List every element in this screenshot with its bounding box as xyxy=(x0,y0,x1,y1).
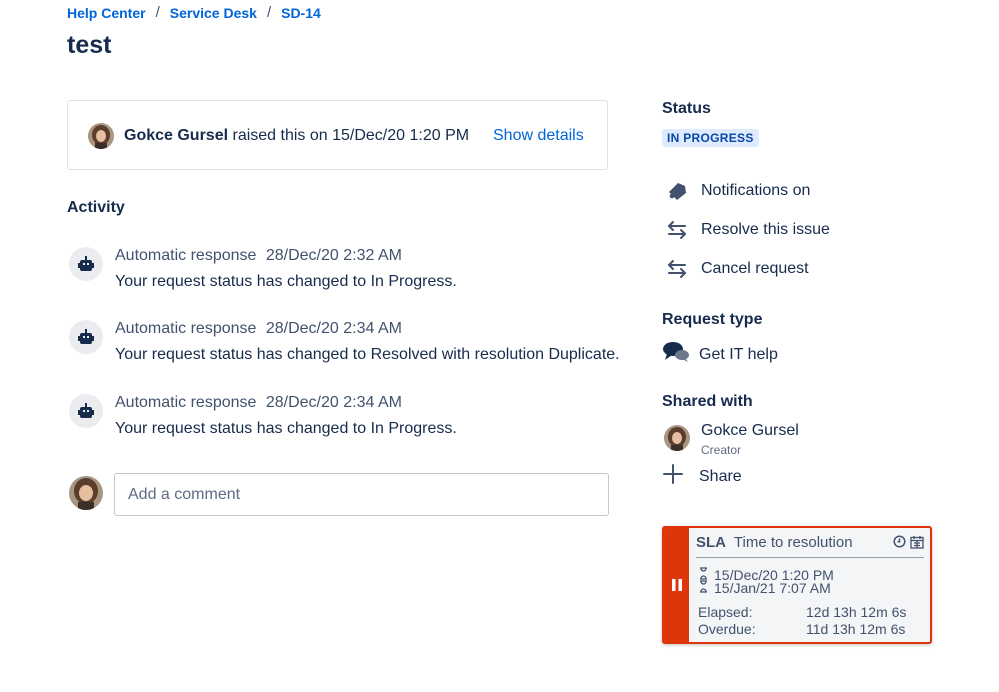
status-heading: Status xyxy=(662,100,711,117)
cancel-request-label: Cancel request xyxy=(701,260,809,277)
request-raised-card: Gokce Gursel raised this on 15/Dec/20 1:… xyxy=(67,100,608,170)
breadcrumb-help-center[interactable]: Help Center xyxy=(67,5,146,21)
shared-user-name: Gokce Gursel xyxy=(701,422,799,439)
breadcrumb-separator: / xyxy=(155,4,160,21)
transition-arrows-icon xyxy=(666,218,696,242)
notifications-label: Notifications on xyxy=(701,182,811,199)
notifications-toggle[interactable]: Notifications on xyxy=(662,179,810,203)
activity-message: Your request status has changed to In Pr… xyxy=(115,273,457,290)
resolve-issue-button[interactable]: Resolve this issue xyxy=(662,218,830,242)
share-label: Share xyxy=(699,467,742,485)
activity-author: Automatic response 28/Dec/20 2:32 AM xyxy=(115,247,402,265)
activity-author: Automatic response 28/Dec/20 2:34 AM xyxy=(115,394,402,412)
activity-item: Automatic response 28/Dec/20 2:34 AM You… xyxy=(67,320,627,380)
chat-bubbles-icon xyxy=(662,341,690,368)
page-title: test xyxy=(67,31,112,59)
breadcrumb: Help Center / Service Desk / SD-14 xyxy=(67,4,321,21)
activity-item: Automatic response 28/Dec/20 2:34 AM You… xyxy=(67,394,627,454)
raised-date-text: raised this on 15/Dec/20 1:20 PM xyxy=(232,127,470,144)
activity-message: Your request status has changed to Resol… xyxy=(115,346,620,363)
show-details-link[interactable]: Show details xyxy=(493,127,584,145)
sla-elapsed-value: 12d 13h 12m 6s xyxy=(806,604,907,620)
activity-item: Automatic response 28/Dec/20 2:32 AM You… xyxy=(67,247,627,307)
request-type-label: Get IT help xyxy=(699,345,778,363)
request-type-heading: Request type xyxy=(662,311,763,328)
calendar-icon xyxy=(910,535,924,554)
sla-overdue: Overdue: 11d 13h 12m 6s xyxy=(698,621,905,637)
sla-icons xyxy=(893,535,924,554)
activity-timestamp: 28/Dec/20 2:32 AM xyxy=(265,247,402,264)
robot-icon xyxy=(69,394,103,428)
sla-due: 15/Jan/21 7:07 AM xyxy=(699,580,831,596)
activity-author-name: Automatic response xyxy=(115,320,257,337)
avatar xyxy=(88,123,114,149)
activity-heading: Activity xyxy=(67,199,125,216)
sla-elapsed: Elapsed: 12d 13h 12m 6s xyxy=(698,604,906,620)
sla-due-date: 15/Jan/21 7:07 AM xyxy=(714,580,831,596)
transition-arrows-icon xyxy=(666,257,696,281)
activity-author-name: Automatic response xyxy=(115,247,257,264)
sla-overdue-label: Overdue: xyxy=(698,621,756,637)
comment-input[interactable] xyxy=(114,473,609,516)
reporter-name: Gokce Gursel xyxy=(124,127,229,144)
sla-name: Time to resolution xyxy=(733,534,853,551)
plus-icon xyxy=(662,463,684,490)
robot-icon xyxy=(69,320,103,354)
sla-overdue-value: 11d 13h 12m 6s xyxy=(806,621,906,637)
share-button[interactable]: Share xyxy=(662,463,742,490)
sla-label: SLA xyxy=(696,534,726,551)
activity-author-name: Automatic response xyxy=(115,394,257,411)
activity-timestamp: 28/Dec/20 2:34 AM xyxy=(265,394,402,411)
sla-title: SLA Time to resolution xyxy=(696,534,853,551)
clock-icon xyxy=(893,535,906,554)
status-badge: IN PROGRESS xyxy=(662,129,759,147)
breadcrumb-issue-key[interactable]: SD-14 xyxy=(281,5,321,21)
robot-icon xyxy=(69,247,103,281)
activity-message: Your request status has changed to In Pr… xyxy=(115,420,457,437)
bell-icon xyxy=(666,179,696,203)
sla-panel: SLA Time to resolution 15/Dec/20 1:20 PM… xyxy=(662,526,932,644)
raised-summary: Gokce Gursel raised this on 15/Dec/20 1:… xyxy=(124,127,469,145)
request-type: Get IT help xyxy=(662,341,778,368)
activity-timestamp: 28/Dec/20 2:34 AM xyxy=(265,320,402,337)
sla-elapsed-label: Elapsed: xyxy=(698,604,753,620)
divider xyxy=(696,557,924,558)
shared-with-heading: Shared with xyxy=(662,393,753,410)
activity-author: Automatic response 28/Dec/20 2:34 AM xyxy=(115,320,402,338)
cancel-request-button[interactable]: Cancel request xyxy=(662,257,809,281)
resolve-issue-label: Resolve this issue xyxy=(701,221,830,238)
hourglass-icon xyxy=(699,580,708,596)
avatar xyxy=(69,476,103,510)
breadcrumb-separator: / xyxy=(266,4,272,21)
breadcrumb-service-desk[interactable]: Service Desk xyxy=(170,5,257,21)
avatar xyxy=(664,425,690,451)
shared-user-role: Creator xyxy=(701,443,742,457)
pause-icon xyxy=(664,528,689,642)
